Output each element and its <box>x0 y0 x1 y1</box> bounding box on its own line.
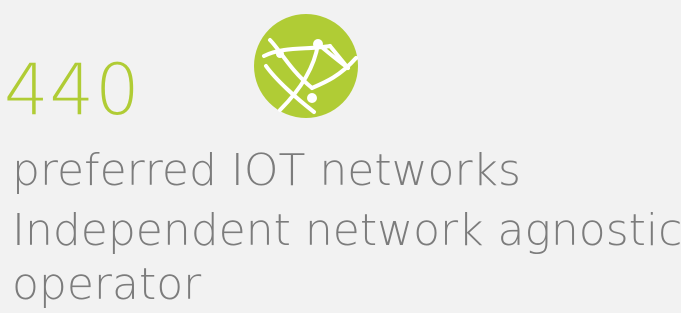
stat-label-line-1: preferred IOT networks <box>12 145 521 196</box>
stat-value: 440 <box>4 49 141 131</box>
stat-label-line-3: operator <box>12 259 202 310</box>
globe-network-icon <box>254 14 358 118</box>
stat-label-line-2: Independent network agnostic <box>12 205 681 256</box>
iot-network-stat-card: 440 preferred IOT networks Independent n… <box>0 0 681 311</box>
